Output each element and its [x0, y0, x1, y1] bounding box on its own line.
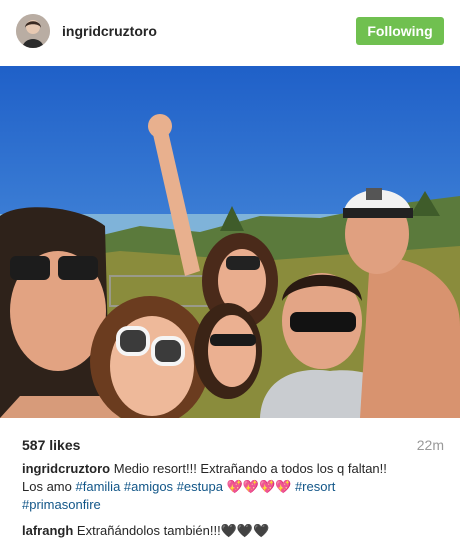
following-button[interactable]: Following — [356, 17, 444, 45]
post-stats: 587 likes 22m — [22, 434, 444, 454]
post-photo[interactable] — [0, 66, 460, 418]
caption-line2-prefix: Los amo — [22, 479, 72, 494]
avatar[interactable] — [16, 14, 50, 48]
likes-count[interactable]: 587 likes — [22, 437, 80, 453]
caption: ingridcruztoro Medio resort!!! Extrañand… — [22, 460, 442, 514]
username[interactable]: ingridcruztoro — [62, 23, 157, 39]
comment-text: Extrañándolos también!!!🖤🖤🖤 — [76, 523, 270, 538]
hashtag-amigos[interactable]: #amigos — [124, 479, 173, 494]
post-header: ingridcruztoro Following — [0, 0, 460, 64]
comment: lafrangh Extrañándolos también!!!🖤🖤🖤 — [22, 522, 442, 540]
caption-line1: Medio resort!!! Extrañando a todos los q… — [113, 461, 387, 476]
heart-emojis: 💖💖💖💖 — [226, 479, 292, 494]
comment-username[interactable]: lafrangh — [22, 523, 73, 538]
post-time[interactable]: 22m — [417, 437, 444, 453]
hashtag-resort[interactable]: #resort — [295, 479, 335, 494]
hashtag-primasonfire[interactable]: #primasonfire — [22, 497, 101, 512]
hashtag-estupa[interactable]: #estupa — [177, 479, 223, 494]
hashtag-familia[interactable]: #familia — [76, 479, 121, 494]
caption-username[interactable]: ingridcruztoro — [22, 461, 110, 476]
